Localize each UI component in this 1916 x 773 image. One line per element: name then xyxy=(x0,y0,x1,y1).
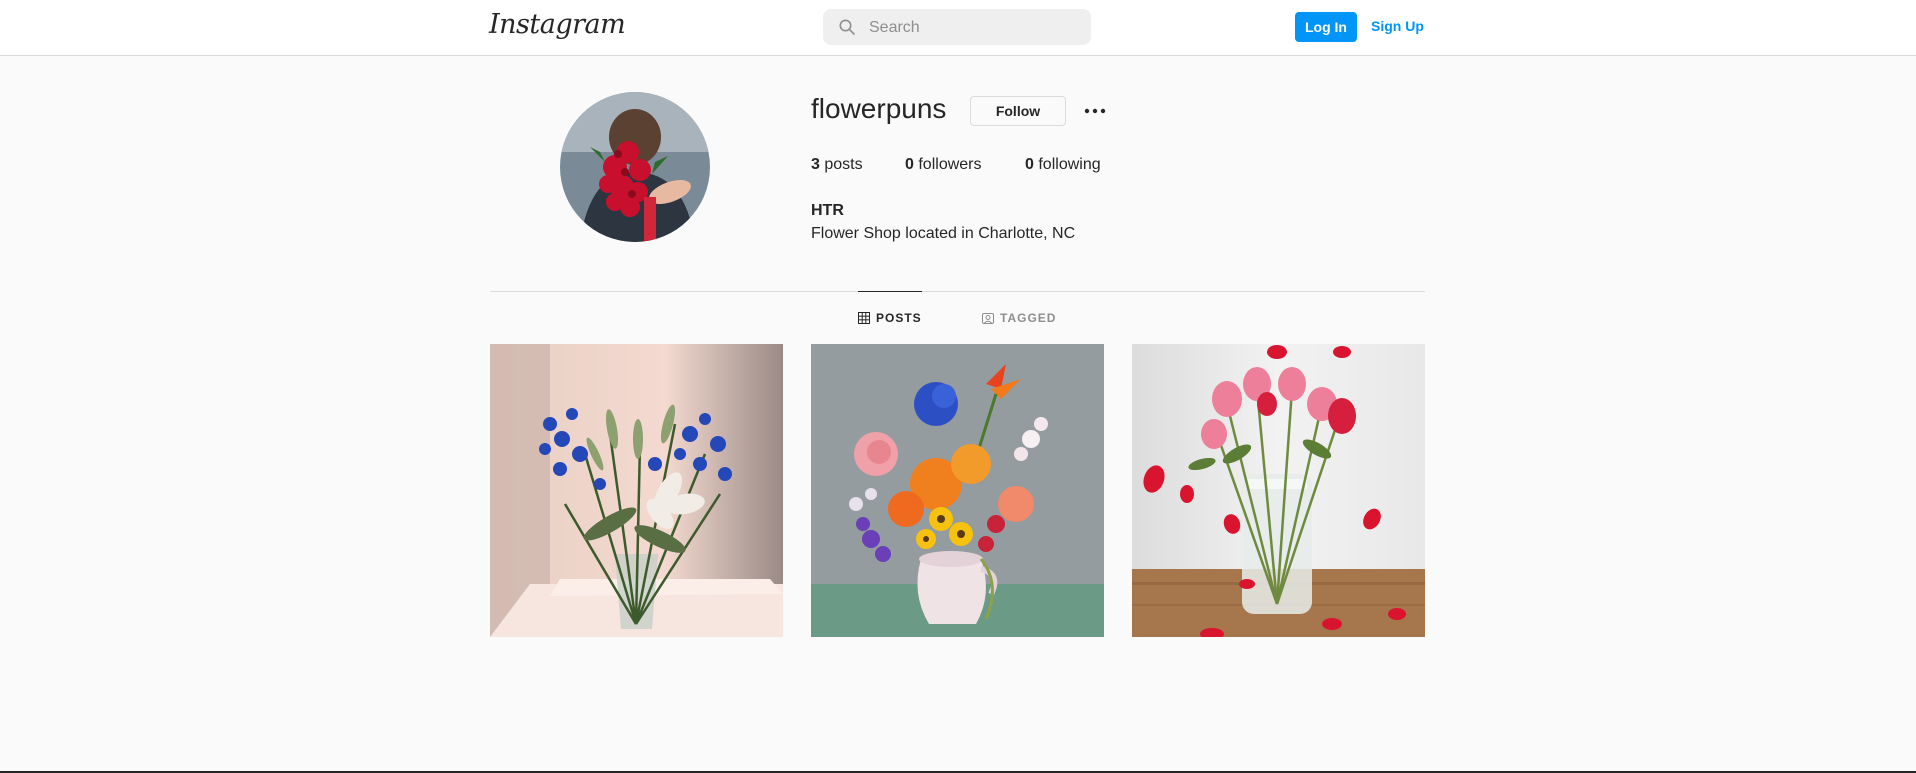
profile-username: flowerpuns xyxy=(811,93,947,124)
tab-tagged-label: TAGGED xyxy=(1000,311,1057,325)
post-image-2 xyxy=(811,344,1104,637)
profile-bio: Flower Shop located in Charlotte, NC xyxy=(811,225,1076,242)
follow-button[interactable]: Follow xyxy=(970,96,1066,126)
profile-avatar[interactable] xyxy=(560,92,710,242)
following-stat[interactable]: 0 following xyxy=(1025,156,1101,174)
tab-tagged[interactable]: TAGGED xyxy=(982,311,1056,325)
search-input[interactable] xyxy=(867,9,1081,47)
tab-posts[interactable]: POSTS xyxy=(858,311,922,325)
posts-stat: 3 posts xyxy=(811,156,863,174)
following-stat-label: following xyxy=(1038,156,1101,173)
profile-full-name: HTR xyxy=(811,202,844,219)
post-thumbnail-1[interactable] xyxy=(490,344,783,637)
followers-count: 0 xyxy=(905,156,914,173)
search-box[interactable] xyxy=(823,9,1091,47)
post-thumbnail-2[interactable] xyxy=(811,344,1104,637)
search-icon xyxy=(839,19,855,35)
sign-up-link[interactable]: Sign Up xyxy=(1371,18,1424,34)
log-in-button[interactable]: Log In xyxy=(1295,12,1357,42)
post-image-1 xyxy=(490,344,783,637)
tab-posts-label: POSTS xyxy=(876,311,922,325)
post-image-3 xyxy=(1132,344,1425,637)
posts-count: 3 xyxy=(811,156,820,173)
followers-stat-label: followers xyxy=(918,156,982,173)
avatar-image xyxy=(560,92,710,242)
post-thumbnail-3[interactable] xyxy=(1132,344,1425,637)
more-options-icon[interactable] xyxy=(1083,100,1107,122)
top-navigation-bar: Instagram Log In Sign Up xyxy=(0,0,1916,56)
following-count: 0 xyxy=(1025,156,1034,173)
instagram-logo[interactable]: Instagram xyxy=(489,9,626,40)
grid-icon xyxy=(858,312,870,324)
followers-stat[interactable]: 0 followers xyxy=(905,156,982,174)
posts-stat-label: posts xyxy=(824,156,863,173)
section-divider xyxy=(490,291,1425,292)
tagged-icon xyxy=(982,313,994,324)
active-tab-indicator xyxy=(858,291,922,292)
